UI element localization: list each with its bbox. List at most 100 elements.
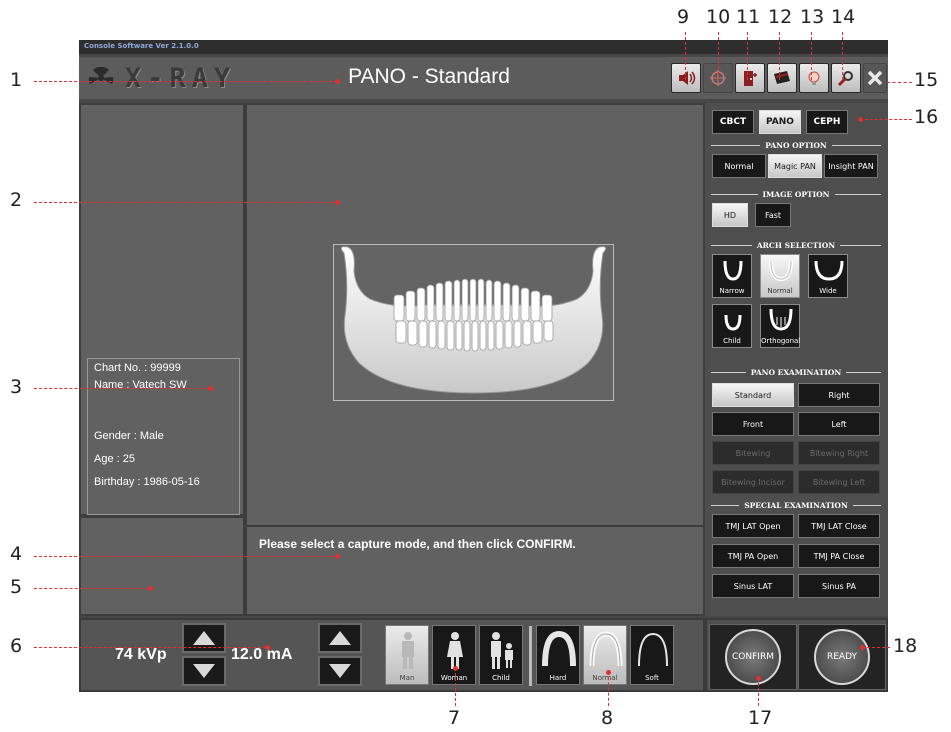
sound-button[interactable] (671, 63, 701, 93)
density-hard[interactable]: Hard (536, 625, 580, 685)
callout-11: 11 (736, 6, 761, 28)
callout-5: 5 (10, 576, 23, 598)
callout-4: 4 (10, 543, 23, 565)
soft-arch-icon (638, 632, 668, 667)
speaker-icon (679, 71, 696, 85)
kvp-value: 74 kVp (115, 646, 167, 663)
version-strip: Console Software Ver 2.1.0.0 (79, 40, 888, 54)
arch-normal[interactable]: Normal (760, 254, 800, 298)
exam-tmj-lat-close[interactable]: TMJ LAT Close (798, 514, 880, 538)
tab-pano[interactable]: PANO (759, 110, 801, 134)
film-icon (774, 71, 790, 84)
ma-value: 12.0 mA (231, 646, 293, 663)
density-normal[interactable]: Normal (583, 625, 627, 685)
hard-arch-icon (542, 630, 576, 667)
image-option-header: IMAGE OPTION (711, 188, 882, 200)
pano-option-magic-pan[interactable]: Magic PAN (768, 154, 822, 178)
image-option-hd[interactable]: HD (712, 203, 748, 227)
ma-up-button[interactable] (318, 623, 362, 653)
exam-right[interactable]: Right (798, 383, 880, 407)
callout-6: 6 (10, 635, 23, 657)
patient-age: Age : 25 (94, 453, 135, 465)
arrow-down-icon (329, 664, 351, 678)
callout-1: 1 (10, 69, 23, 91)
wide-arch-icon (814, 260, 844, 281)
exam-left[interactable]: Left (798, 412, 880, 436)
normal-density-arch-icon (589, 631, 623, 667)
close-button[interactable] (863, 63, 887, 93)
orthogonal-arch-icon (769, 308, 793, 331)
jaw-preview (333, 244, 614, 401)
callout-18: 18 (893, 635, 918, 657)
arch-narrow[interactable]: Narrow (712, 254, 752, 298)
tab-cbct[interactable]: CBCT (712, 110, 754, 134)
man-icon (402, 632, 414, 669)
exam-standard[interactable]: Standard (712, 383, 794, 407)
exam-tmj-pa-close[interactable]: TMJ PA Close (798, 544, 880, 568)
kvp-down-button[interactable] (182, 656, 226, 686)
arrow-up-icon (329, 631, 351, 645)
callout-9: 9 (677, 6, 690, 28)
capture-options-panel: CBCT PANO CEPH PANO OPTION Normal Magic … (705, 103, 888, 616)
callout-13: 13 (800, 6, 825, 28)
preview-panel (245, 103, 705, 527)
child-arch-icon (724, 314, 742, 331)
confirm-label: CONFIRM (725, 629, 781, 685)
chart-no: Chart No. : 99999 (94, 362, 181, 374)
version-label: Console Software Ver 2.1.0.0 (84, 42, 199, 50)
child-icon (491, 632, 513, 669)
exam-bitewing-incisor: Bitewing Incisor (712, 470, 794, 494)
lamp-icon (808, 71, 820, 85)
door-button[interactable] (735, 63, 765, 93)
exam-front[interactable]: Front (712, 412, 794, 436)
kvp-up-button[interactable] (182, 623, 226, 653)
callout-15: 15 (914, 69, 939, 91)
exam-sinus-pa[interactable]: Sinus PA (798, 574, 880, 598)
callout-3: 3 (10, 376, 23, 398)
arrow-down-icon (193, 664, 215, 678)
message-panel: Please select a capture mode, and then c… (245, 525, 705, 616)
exam-sinus-lat[interactable]: Sinus LAT (712, 574, 794, 598)
pano-option-normal[interactable]: Normal (712, 154, 766, 178)
patient-type-child[interactable]: Child (479, 625, 523, 685)
pano-option-insight-pan[interactable]: Insight PAN (824, 154, 878, 178)
console-window: Console Software Ver 2.1.0.0 X-RAY PANO … (79, 40, 888, 692)
mandible-image (340, 246, 607, 394)
normal-arch-icon (769, 260, 793, 282)
patient-panel: Chart No. : 99999 Name : Vatech SW Gende… (79, 103, 245, 516)
arch-child[interactable]: Child (712, 304, 752, 348)
ma-down-button[interactable] (318, 656, 362, 686)
patient-gender: Gender : Male (94, 430, 164, 442)
callout-2: 2 (10, 189, 23, 211)
radiation-icon (88, 67, 114, 84)
callout-10: 10 (706, 6, 731, 28)
exam-tmj-pa-open[interactable]: TMJ PA Open (712, 544, 794, 568)
confirm-button[interactable]: CONFIRM (709, 624, 797, 690)
exam-tmj-lat-open[interactable]: TMJ LAT Open (712, 514, 794, 538)
mode-title: PANO - Standard (348, 65, 510, 88)
arch-wide[interactable]: Wide (808, 254, 848, 298)
status-message: Please select a capture mode, and then c… (259, 537, 576, 551)
callout-17: 17 (748, 707, 773, 729)
callout-16: 16 (914, 106, 939, 128)
special-exam-header: SPECIAL EXAMINATION (711, 499, 881, 511)
pano-exam-header: PANO EXAMINATION (711, 366, 881, 378)
exposure-bar: 74 kVp 12.0 mA Man Woman Child Hard Norm… (79, 618, 705, 692)
patient-type-woman[interactable]: Woman (432, 625, 476, 685)
patient-birthday: Birthday : 1986-05-16 (94, 476, 200, 488)
ready-button[interactable]: READY (798, 624, 886, 690)
door-icon (744, 71, 757, 86)
tab-ceph[interactable]: CEPH (806, 110, 848, 134)
tools-button[interactable] (831, 63, 861, 93)
film-button[interactable] (767, 63, 797, 93)
ready-label: READY (814, 629, 870, 685)
patient-type-man[interactable]: Man (385, 625, 429, 685)
density-soft[interactable]: Soft (630, 625, 674, 685)
title-bar: X-RAY PANO - Standard (79, 57, 888, 99)
arch-orthogonal[interactable]: Orthogonal (760, 304, 800, 348)
logo-text: X-RAY (125, 62, 237, 94)
lamp-button[interactable] (799, 63, 829, 93)
image-option-fast[interactable]: Fast (755, 203, 791, 227)
logo: X-RAY (87, 61, 236, 95)
aux-panel (79, 516, 245, 616)
